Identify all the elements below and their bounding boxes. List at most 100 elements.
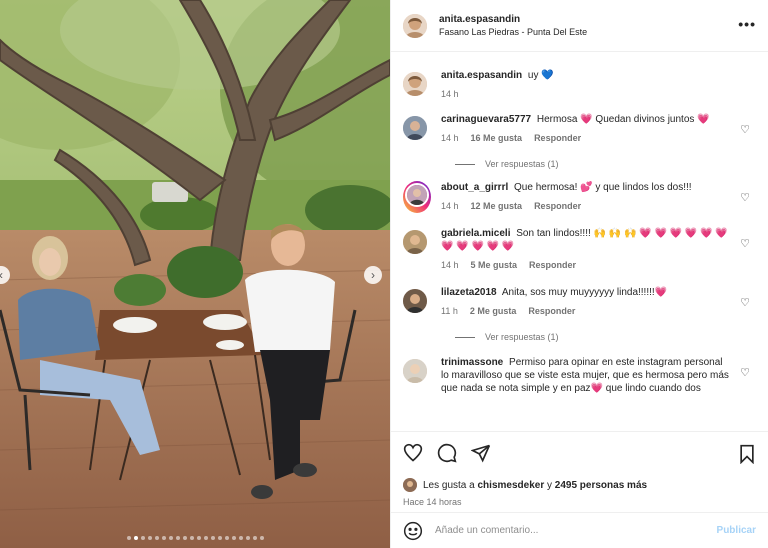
caption-time[interactable]: 14 h	[441, 88, 459, 101]
comment-username[interactable]: about_a_girrrl	[441, 182, 508, 193]
likes-count[interactable]: 2495 personas más	[555, 480, 647, 491]
likes-prefix: Les gusta a	[423, 479, 475, 491]
comment-time[interactable]: 14 h	[441, 200, 459, 213]
post-photo[interactable]: ‹ ›	[0, 0, 390, 548]
comment-icon[interactable]	[437, 443, 457, 463]
caption-emoji: 💙	[541, 70, 554, 81]
comment-username[interactable]: lilazeta2018	[441, 287, 497, 298]
view-replies-button[interactable]: Ver respuestas (1)	[455, 332, 756, 342]
carousel-dot	[224, 536, 229, 540]
next-photo-button[interactable]: ›	[364, 266, 382, 284]
comment-text: Que hermosa! 💕 y que lindos los dos!!!	[514, 182, 692, 193]
comment-body: about_a_girrrl Que hermosa! 💕 y que lind…	[441, 181, 731, 213]
carousel-dot	[231, 536, 236, 540]
bookmark-icon[interactable]	[738, 444, 756, 464]
carousel-indicator	[0, 536, 390, 540]
comment-heart-icon[interactable]: ♡	[740, 237, 750, 250]
comment-time[interactable]: 11 h	[441, 305, 458, 318]
carousel-dot	[161, 536, 166, 540]
comment-text: Anita, sos muy muyyyyyy linda!!!!!!💗	[501, 287, 668, 298]
caption-text: uy	[527, 70, 539, 81]
comment-heart-icon[interactable]: ♡	[740, 123, 750, 136]
post-header: anita.espasandin Fasano Las Piedras - Pu…	[391, 0, 768, 52]
view-replies-label: Ver respuestas (1)	[485, 332, 559, 342]
post-timestamp[interactable]: Hace 14 horas	[403, 497, 756, 507]
liker-username[interactable]: chismesdeker	[478, 480, 545, 491]
story-ring[interactable]	[403, 181, 431, 213]
comment-input[interactable]	[435, 525, 717, 536]
carousel-dot	[252, 536, 257, 540]
comment-avatar[interactable]	[403, 289, 427, 313]
comment-avatar[interactable]	[403, 230, 427, 254]
carousel-dot	[175, 536, 180, 540]
reply-button[interactable]: Responder	[534, 200, 581, 213]
caption-username[interactable]: anita.espasandin	[441, 70, 522, 81]
comment-item: gabriela.miceli Son tan lindos!!!! 🙌 🙌 🙌…	[403, 227, 756, 272]
comment-meta: 11 h 2 Me gusta Responder	[441, 305, 731, 318]
post-details-panel: anita.espasandin Fasano Las Piedras - Pu…	[390, 0, 768, 548]
reply-button[interactable]: Responder	[529, 259, 576, 272]
header-text: anita.espasandin Fasano Las Piedras - Pu…	[439, 13, 587, 39]
comment-likes[interactable]: 2 Me gusta	[470, 305, 517, 318]
post-actions: Les gusta a chismesdeker y 2495 personas…	[391, 431, 768, 507]
carousel-dot	[245, 536, 250, 540]
more-options-icon[interactable]: •••	[738, 16, 756, 32]
carousel-dot	[196, 536, 201, 540]
carousel-dot	[168, 536, 173, 540]
add-comment-bar: Publicar	[391, 512, 768, 548]
post-location[interactable]: Fasano Las Piedras - Punta Del Este	[439, 26, 587, 39]
caption-body: anita.espasandin uy 💙 14 h	[441, 69, 731, 101]
comment-item: carinaguevara5777 Hermosa 💗 Quedan divin…	[403, 113, 756, 145]
comment-body: carinaguevara5777 Hermosa 💗 Quedan divin…	[441, 113, 731, 145]
carousel-dot	[203, 536, 208, 540]
carousel-dot	[182, 536, 187, 540]
comment-username[interactable]: gabriela.miceli	[441, 228, 510, 239]
photo-scene	[0, 0, 390, 548]
comment-body: lilazeta2018 Anita, sos muy muyyyyyy lin…	[441, 286, 731, 318]
comment-heart-icon[interactable]: ♡	[740, 191, 750, 204]
comment-username[interactable]: trinimassone	[441, 357, 503, 368]
replies-divider	[455, 336, 475, 338]
carousel-dot	[259, 536, 264, 540]
emoji-icon[interactable]	[403, 521, 423, 541]
comment-meta: 14 h 16 Me gusta Responder	[441, 132, 731, 145]
caption-meta: 14 h	[441, 88, 731, 101]
replies-divider	[455, 163, 475, 165]
comment-item: about_a_girrrl Que hermosa! 💕 y que lind…	[403, 181, 756, 213]
comment-likes[interactable]: 5 Me gusta	[471, 259, 518, 272]
action-icons-row	[403, 442, 756, 464]
author-username[interactable]: anita.espasandin	[439, 13, 587, 26]
caption-avatar[interactable]	[403, 72, 427, 96]
comment-heart-icon[interactable]: ♡	[740, 366, 750, 379]
publish-button[interactable]: Publicar	[717, 525, 756, 536]
carousel-dot	[189, 536, 194, 540]
view-replies-button[interactable]: Ver respuestas (1)	[455, 159, 756, 169]
comment-time[interactable]: 14 h	[441, 259, 459, 272]
comment-avatar[interactable]	[403, 359, 427, 383]
carousel-dot-active	[133, 536, 138, 540]
view-replies-label: Ver respuestas (1)	[485, 159, 559, 169]
comment-body: gabriela.miceli Son tan lindos!!!! 🙌 🙌 🙌…	[441, 227, 731, 272]
author-avatar[interactable]	[403, 13, 427, 38]
carousel-dot	[238, 536, 243, 540]
heart-icon[interactable]	[403, 443, 423, 463]
liker-avatar[interactable]	[403, 478, 417, 492]
likes-summary: Les gusta a chismesdeker y 2495 personas…	[403, 478, 756, 492]
comment-meta: 14 h 12 Me gusta Responder	[441, 200, 731, 213]
caption: anita.espasandin uy 💙 14 h	[403, 69, 756, 101]
comment-username[interactable]: carinaguevara5777	[441, 114, 531, 125]
carousel-dot	[210, 536, 215, 540]
reply-button[interactable]: Responder	[528, 305, 575, 318]
comment-likes[interactable]: 12 Me gusta	[471, 200, 523, 213]
comment-avatar	[405, 183, 429, 207]
comment-likes[interactable]: 16 Me gusta	[471, 132, 523, 145]
comment-meta: 14 h 5 Me gusta Responder	[441, 259, 731, 272]
comment-item: lilazeta2018 Anita, sos muy muyyyyyy lin…	[403, 286, 756, 318]
comment-body: trinimassone Permiso para opinar en este…	[441, 356, 731, 395]
reply-button[interactable]: Responder	[534, 132, 581, 145]
comment-heart-icon[interactable]: ♡	[740, 296, 750, 309]
comment-avatar[interactable]	[403, 116, 427, 140]
comment-time[interactable]: 14 h	[441, 132, 459, 145]
carousel-dot	[147, 536, 152, 540]
share-icon[interactable]	[471, 443, 491, 463]
